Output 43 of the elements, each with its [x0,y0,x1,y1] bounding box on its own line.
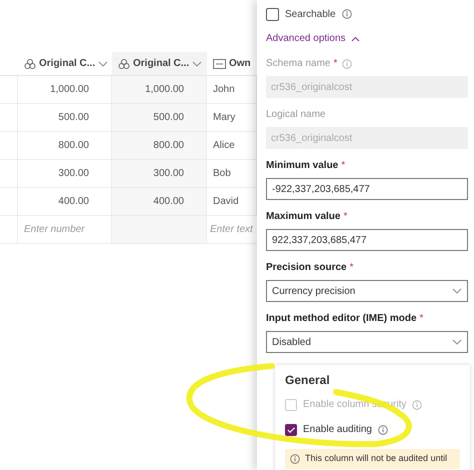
chevron-down-icon [192,60,202,66]
text-field-icon [213,58,226,68]
column-header[interactable]: Own [207,52,257,75]
info-icon [290,454,300,464]
required-mark: * [341,159,346,173]
required-mark: * [420,312,424,326]
required-mark: * [333,57,338,71]
dropdown[interactable]: Disabled [266,331,468,353]
checkbox-label: Searchable [285,8,336,22]
table-cell: 400.00 [112,188,207,215]
section-title: General [285,372,331,389]
field-label: Schema name [266,57,330,71]
info-icon [378,424,388,434]
notice-text: This column will not be audited until [305,452,448,465]
chevron-down-icon [452,288,462,294]
info-icon [342,58,352,68]
table-cell: 1,000.00 [112,76,207,103]
checkbox[interactable] [285,424,297,436]
field-label: Precision source [266,261,347,275]
required-mark: * [350,261,354,275]
table-cell: 800.00 [112,132,207,159]
info-icon [412,400,422,410]
chevron-down-icon [98,60,108,66]
checkbox[interactable] [266,8,279,20]
column-header[interactable]: Original C... [18,52,112,75]
table-cell: 500.00 [112,104,207,131]
input-field[interactable]: 922,337,203,685,477 [266,229,468,251]
dropdown[interactable]: Currency precision [266,280,468,302]
info-icon [342,9,352,19]
field-label: Input method editor (IME) mode [266,312,417,326]
field-label: Maximum value [266,210,340,224]
checkbox-label: Enable auditing [303,423,372,437]
coins-icon [118,58,130,70]
table-cell: 300.00 [112,160,207,187]
required-mark: * [343,210,348,224]
field-label: Minimum value [266,159,338,173]
field-label: Logical name [266,108,326,122]
column-header[interactable]: Original C... [112,52,207,75]
chevron-up-icon [350,36,360,42]
input-field[interactable]: -922,337,203,685,477 [266,178,468,200]
coins-icon [24,58,36,70]
advanced-options-toggle[interactable]: Advanced options [266,31,360,46]
chevron-down-icon [452,339,462,345]
